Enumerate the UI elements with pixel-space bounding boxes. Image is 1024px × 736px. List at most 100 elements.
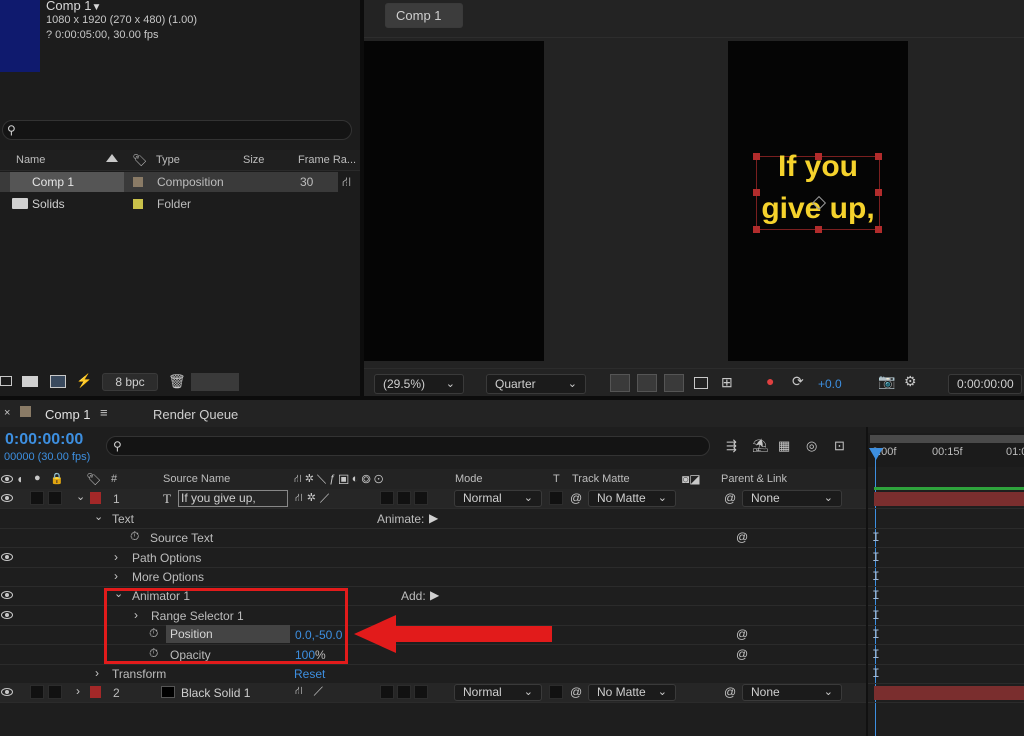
current-time[interactable]: 0:00:00:00 <box>5 431 83 449</box>
lock-toggle[interactable] <box>48 685 62 699</box>
layer-name[interactable]: Black Solid 1 <box>181 686 250 700</box>
preserve-transparency-toggle[interactable] <box>549 491 563 505</box>
layer-switches[interactable]: ⛙ ⟋ <box>295 685 327 699</box>
layer-row-2[interactable]: › 2 Black Solid 1 ⛙ ⟋ Normal ⌄ @ No Matte… <box>0 683 866 703</box>
frame-blending-icon[interactable]: ▦ <box>778 438 790 454</box>
chevron-right-icon[interactable]: › <box>114 550 118 564</box>
switch-box[interactable] <box>380 685 394 699</box>
channels-icon[interactable]: ● <box>766 373 774 389</box>
transparency-grid-icon[interactable] <box>637 374 657 392</box>
timeline-search-input[interactable]: ⚲ <box>106 436 710 456</box>
chevron-right-icon[interactable]: › <box>95 666 99 680</box>
project-search-input[interactable]: ⚲ <box>2 120 352 140</box>
handle-br[interactable] <box>875 226 882 233</box>
chevron-down-icon[interactable]: ⌄ <box>94 510 103 523</box>
label-swatch[interactable] <box>133 177 143 187</box>
switch-box[interactable] <box>397 685 411 699</box>
sort-up-icon[interactable] <box>106 154 118 162</box>
graph-editor-icon[interactable]: ⊡ <box>834 438 845 454</box>
viewer-tab-comp1[interactable]: Comp 1 <box>385 3 463 28</box>
layer-bar-2[interactable] <box>868 683 1024 703</box>
parent-pickwhip-icon[interactable]: @ <box>724 685 736 699</box>
reset-exposure-icon[interactable]: ⟳ <box>792 373 804 390</box>
expression-pickwhip-icon[interactable]: @ <box>736 530 748 544</box>
layer-name[interactable]: If you give up, <box>178 490 288 507</box>
lock-toggle[interactable] <box>48 491 62 505</box>
switch-box[interactable] <box>414 685 428 699</box>
layer-label-swatch[interactable] <box>90 492 101 504</box>
chevron-right-icon[interactable]: › <box>76 684 80 698</box>
shy-icon[interactable]: ⛱ <box>752 438 769 454</box>
mode-dropdown[interactable]: Normal ⌄ <box>454 490 542 507</box>
eye-icon[interactable] <box>1 591 13 599</box>
eye-icon[interactable] <box>1 494 13 502</box>
tab-render-queue[interactable]: Render Queue <box>153 407 238 422</box>
expression-pickwhip-icon[interactable]: @ <box>736 627 748 641</box>
mode-dropdown[interactable]: Normal ⌄ <box>454 684 542 701</box>
preserve-transparency-toggle[interactable] <box>549 685 563 699</box>
switch-box[interactable] <box>397 491 411 505</box>
col-source-name[interactable]: Source Name <box>163 473 230 485</box>
stopwatch-icon[interactable]: ⏱ <box>130 529 139 544</box>
eye-icon[interactable] <box>1 611 13 619</box>
switch-box[interactable] <box>380 491 394 505</box>
prop-row-path-options[interactable]: › Path Options <box>0 548 866 568</box>
new-folder-icon[interactable] <box>22 376 38 387</box>
solo-toggle[interactable] <box>30 685 44 699</box>
work-area-bar[interactable] <box>870 435 1024 443</box>
switch-box[interactable] <box>414 491 428 505</box>
resolution-dropdown[interactable]: Quarter ⌄ <box>486 374 586 394</box>
flowchart-icon[interactable]: ⛙ <box>342 174 351 192</box>
timeline-tab-comp1[interactable]: Comp 1 <box>45 407 91 422</box>
col-type[interactable]: Type <box>156 154 180 166</box>
layer-bar-1[interactable] <box>868 487 1024 509</box>
snapshot-icon[interactable]: 📷 <box>878 373 895 390</box>
label-swatch[interactable] <box>133 199 143 209</box>
parent-dropdown[interactable]: None ⌄ <box>742 684 842 701</box>
comp-name-heading[interactable]: Comp 1▼ <box>46 0 101 13</box>
motion-blur-icon[interactable]: ◎ <box>806 438 817 454</box>
interpret-footage-icon[interactable] <box>0 376 12 386</box>
color-bits-icon[interactable]: ⚡ <box>76 373 92 389</box>
tab-menu-icon[interactable]: ≡ <box>100 405 108 420</box>
show-snapshot-icon[interactable]: ⚙ <box>904 373 917 390</box>
region-of-interest-icon[interactable] <box>694 377 708 389</box>
col-name[interactable]: Name <box>16 154 45 166</box>
viewer-timecode[interactable]: 0:00:00:00 <box>948 374 1022 394</box>
eye-icon[interactable] <box>1 553 13 561</box>
bpc-button[interactable]: 8 bpc <box>102 373 158 391</box>
trash-icon[interactable]: 🗑 <box>168 373 186 390</box>
layer-label-swatch[interactable] <box>90 686 101 698</box>
parent-pickwhip-icon[interactable]: @ <box>724 491 736 505</box>
timeline-divider[interactable] <box>866 427 868 736</box>
pickwhip-icon[interactable]: @ <box>570 685 582 699</box>
magnification-dropdown[interactable]: (29.5%) ⌄ <box>374 374 464 394</box>
exposure-value[interactable]: +0.0 <box>818 377 842 391</box>
time-ruler[interactable]: 0:00f 00:15f 01:0 <box>868 433 1024 467</box>
eye-icon[interactable] <box>1 688 13 696</box>
track-matte-dropdown[interactable]: No Matte ⌄ <box>588 490 676 507</box>
chevron-down-icon[interactable]: ▼ <box>92 2 102 13</box>
mask-visibility-icon[interactable] <box>664 374 684 392</box>
col-size[interactable]: Size <box>243 154 264 166</box>
project-item-comp[interactable]: Comp 1 Composition 30 <box>0 172 338 192</box>
layer-switches[interactable]: ⛙✲⟋ <box>295 491 333 506</box>
parent-dropdown[interactable]: None ⌄ <box>742 490 842 507</box>
playhead-icon[interactable] <box>869 448 883 460</box>
prop-row-transform[interactable]: › Transform Reset <box>0 664 866 684</box>
prop-row-more-options[interactable]: › More Options <box>0 567 866 587</box>
prop-row-text[interactable]: ⌄ Text Animate: ▶ <box>0 509 866 529</box>
track-matte-dropdown[interactable]: No Matte ⌄ <box>588 684 676 701</box>
label-tag-icon[interactable]: 🏷 <box>132 153 147 167</box>
project-item-solids[interactable]: Solids Folder <box>0 194 338 214</box>
new-comp-icon[interactable] <box>50 375 66 388</box>
play-menu-icon[interactable]: ▶ <box>429 511 438 525</box>
reset-link[interactable]: Reset <box>294 667 325 681</box>
close-icon[interactable]: × <box>4 407 10 419</box>
handle-bm[interactable] <box>815 226 822 233</box>
chevron-down-icon[interactable]: ⌄ <box>76 490 85 503</box>
layer-row-1[interactable]: ⌄ 1 T If you give up, ⛙✲⟋ Normal ⌄ @ No M… <box>0 489 866 509</box>
play-menu-icon[interactable]: ▶ <box>430 588 439 602</box>
expression-pickwhip-icon[interactable]: @ <box>736 647 748 661</box>
col-frame-rate[interactable]: Frame Ra... <box>298 154 356 166</box>
